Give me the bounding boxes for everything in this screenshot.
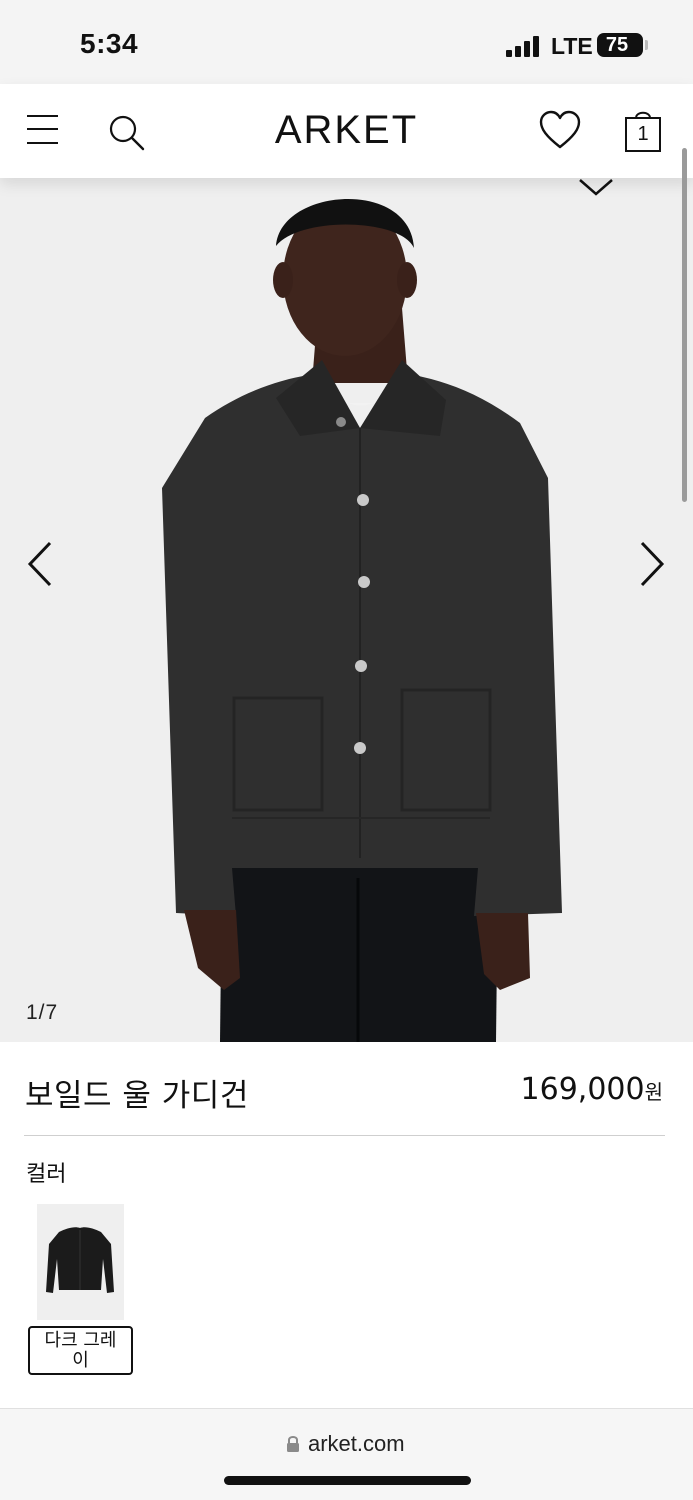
color-swatch[interactable]: [37, 1204, 124, 1320]
url-text: arket.com: [308, 1431, 405, 1456]
site-header: ARKET 1: [0, 84, 693, 178]
status-bar: 5:34 LTE 75: [0, 0, 693, 84]
battery-icon: 75: [597, 33, 643, 57]
color-label: 컬러: [26, 1162, 67, 1187]
home-indicator[interactable]: [224, 1476, 471, 1485]
product-image: [162, 198, 562, 1042]
chevron-down-icon[interactable]: [576, 178, 616, 198]
lock-icon: [287, 1436, 299, 1452]
selected-color-name[interactable]: 다크 그레 이: [28, 1326, 133, 1375]
status-time: 5:34: [80, 28, 139, 59]
brand-logo: ARKET: [0, 108, 693, 153]
battery-level: 75: [605, 34, 629, 56]
signal-icon: [506, 35, 542, 57]
brand-logo-link[interactable]: ARKET: [275, 108, 418, 153]
chevron-left-icon: [27, 541, 52, 587]
battery-tip: [645, 40, 648, 50]
product-price: 169,000원: [521, 1072, 663, 1107]
shopping-bag-button[interactable]: 1: [623, 106, 663, 154]
price-currency: 원: [644, 1080, 663, 1104]
chevron-right-icon: [640, 541, 665, 587]
bag-count: 1: [637, 123, 649, 145]
price-value: 169,000: [520, 1072, 645, 1107]
product-image-gallery[interactable]: 1/7: [0, 178, 693, 1042]
image-counter: 1/7: [26, 1001, 59, 1024]
scrollbar[interactable]: [682, 148, 687, 502]
next-image-button[interactable]: [636, 540, 670, 588]
selected-color-text: 다크 그레 이: [44, 1330, 117, 1371]
wishlist-button[interactable]: [538, 109, 582, 151]
previous-image-button[interactable]: [24, 540, 58, 588]
heart-icon: [539, 110, 581, 149]
divider: [24, 1135, 665, 1136]
browser-url-bar[interactable]: arket.com: [0, 1408, 693, 1500]
network-label: LTE: [551, 33, 593, 59]
swatch-thumbnail: [46, 1227, 114, 1293]
product-title: 보일드 울 가디건: [25, 1078, 249, 1114]
